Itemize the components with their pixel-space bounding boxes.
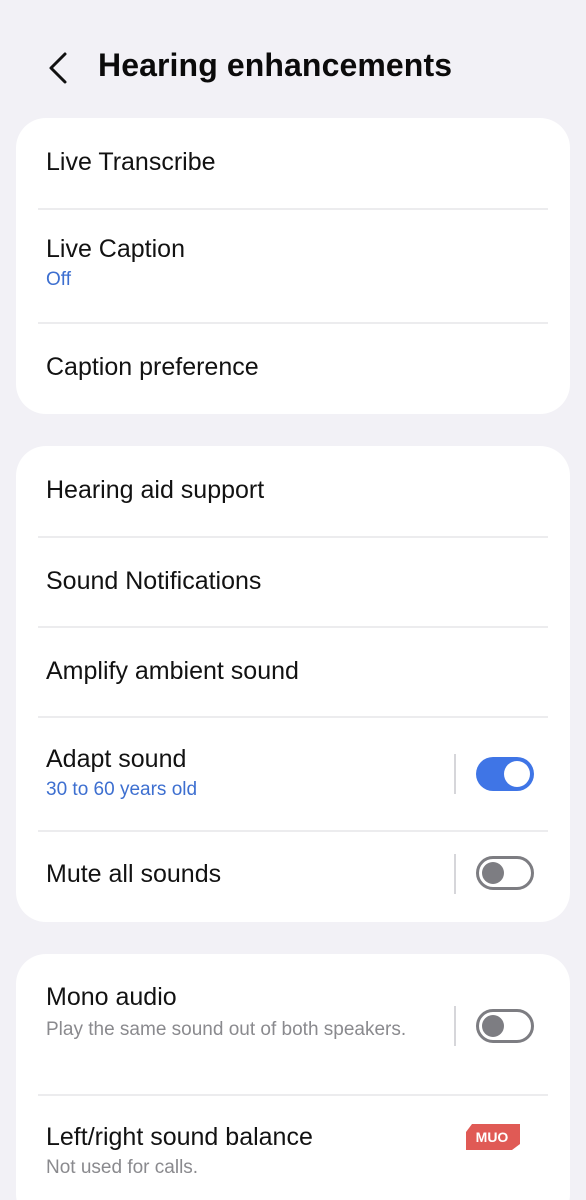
mono-audio-label: Mono audio: [46, 983, 177, 1011]
mono-audio-item[interactable]: Mono audio Play the same sound out of bo…: [16, 954, 570, 1094]
amplify-ambient-sound-item[interactable]: Amplify ambient sound: [16, 628, 570, 716]
vertical-separator: [454, 854, 456, 894]
sound-balance-label: Left/right sound balance: [46, 1123, 313, 1151]
hearing-card: Hearing aid support Sound Notifications …: [16, 446, 570, 922]
hearing-enhancements-screen: Hearing enhancements Live Transcribe Liv…: [0, 0, 586, 1200]
live-transcribe-item[interactable]: Live Transcribe: [16, 118, 570, 208]
sound-notifications-label: Sound Notifications: [46, 567, 262, 595]
live-caption-item[interactable]: Live Caption Off: [16, 210, 570, 322]
toggle-knob: [482, 862, 504, 884]
caption-preference-label: Caption preference: [46, 353, 259, 381]
mute-all-sounds-item[interactable]: Mute all sounds: [16, 832, 570, 922]
adapt-sound-label: Adapt sound: [46, 745, 187, 773]
mono-audio-toggle[interactable]: [476, 1009, 534, 1043]
captions-card: Live Transcribe Live Caption Off Caption…: [16, 118, 570, 414]
sound-notifications-item[interactable]: Sound Notifications: [16, 538, 570, 626]
caption-preference-item[interactable]: Caption preference: [16, 324, 570, 414]
watermark-text: MUO: [476, 1129, 509, 1145]
muo-watermark-logo: MUO: [466, 1124, 520, 1150]
sound-balance-description: Not used for calls.: [46, 1157, 199, 1178]
page-title: Hearing enhancements: [98, 47, 453, 83]
live-caption-label: Live Caption: [46, 235, 185, 263]
vertical-separator: [454, 1006, 456, 1046]
mono-audio-description: Play the same sound out of both speakers…: [46, 1019, 407, 1040]
toggle-knob: [504, 761, 530, 787]
back-button[interactable]: [36, 46, 80, 90]
toggle-knob: [482, 1015, 504, 1037]
mute-all-sounds-toggle[interactable]: [476, 856, 534, 890]
hearing-aid-support-item[interactable]: Hearing aid support: [16, 446, 570, 536]
live-caption-status: Off: [46, 269, 71, 290]
header: Hearing enhancements: [0, 38, 586, 98]
live-transcribe-label: Live Transcribe: [46, 148, 216, 176]
mute-all-sounds-label: Mute all sounds: [46, 860, 222, 888]
audio-card: Mono audio Play the same sound out of bo…: [16, 954, 570, 1200]
vertical-separator: [454, 754, 456, 794]
adapt-sound-item[interactable]: Adapt sound 30 to 60 years old: [16, 718, 570, 830]
adapt-sound-status: 30 to 60 years old: [46, 779, 198, 800]
hearing-aid-support-label: Hearing aid support: [46, 476, 265, 504]
adapt-sound-toggle[interactable]: [476, 757, 534, 791]
chevron-left-icon: [49, 52, 67, 84]
amplify-ambient-sound-label: Amplify ambient sound: [46, 657, 299, 685]
